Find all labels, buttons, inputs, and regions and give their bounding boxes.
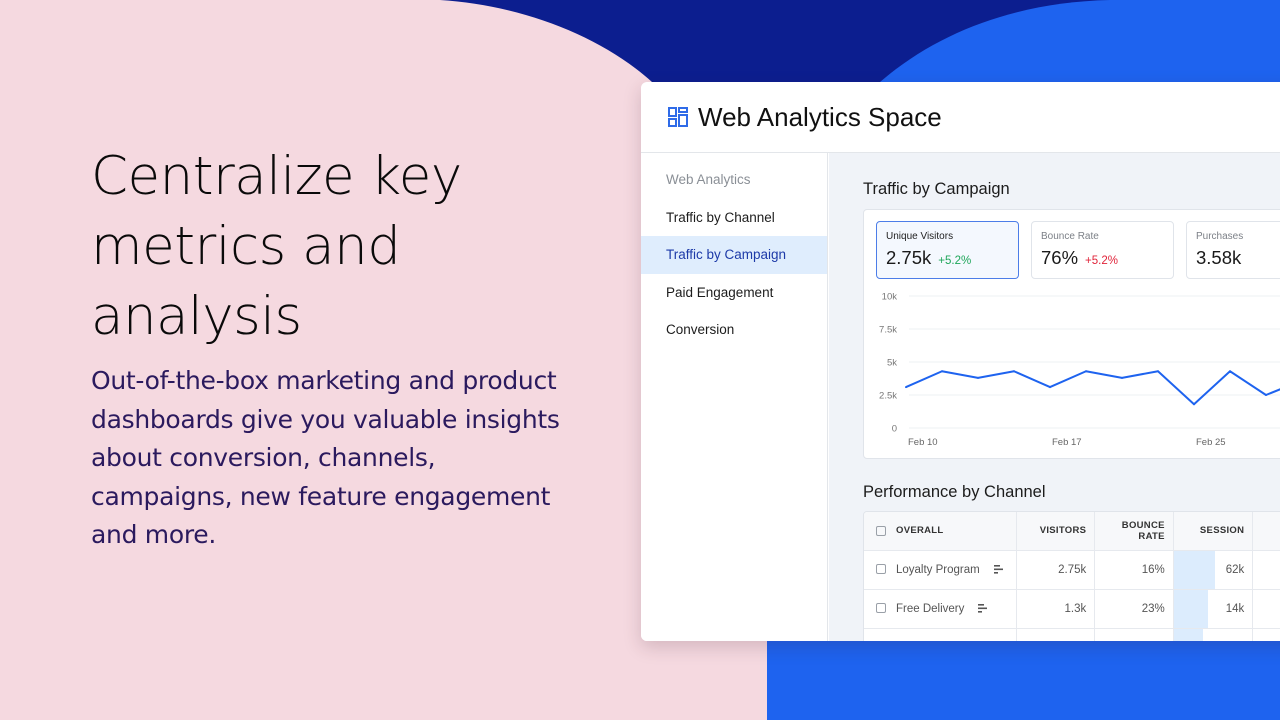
x-tick-label: Feb 10 [908,437,938,448]
table-row[interactable]: Free Delivery 1.3k 23% 14k [864,589,1280,629]
session-bar [1173,589,1209,628]
kpi-value: 2.75k [886,247,932,268]
data-point[interactable] [1193,403,1195,406]
cell-visitors: 2.75k [1016,550,1096,590]
channel-name: Loyalty Program [896,563,980,576]
session-value: 62k [1225,563,1245,576]
select-all-checkbox[interactable] [876,525,886,536]
session-value: 14k [1225,602,1245,615]
data-point[interactable] [905,386,907,389]
column-header-more[interactable] [1252,512,1280,551]
cell-bounce-rate [1094,628,1174,641]
cell-visitors [1016,628,1096,641]
column-header-visitors[interactable]: VISITORS [1016,512,1096,551]
session-bar [1173,550,1216,589]
kpi-value: 76% [1041,247,1079,268]
y-tick-label: 10k [882,292,898,303]
dashboard-grid-icon [668,107,688,127]
data-point[interactable] [1265,394,1267,396]
hero-subtitle: Out-of-the-box marketing and product das… [91,366,560,549]
window-title: Web Analytics Space [698,101,942,132]
sidebar-group-web-analytics[interactable]: Web Analytics [641,161,827,199]
row-checkbox[interactable] [876,564,886,575]
series-line [905,370,1280,406]
kpi-label: Bounce Rate [1041,231,1099,242]
performance-table-card: OVERALL VISITORS BOUNCE RATE SESSION Loy… [863,511,1280,641]
column-header-bounce-rate[interactable]: BOUNCE RATE [1094,512,1174,551]
cell-extra [1252,550,1280,590]
x-tick-label: Feb 17 [1052,437,1082,448]
cell-bounce-rate: 23% [1094,589,1174,629]
x-tick-label: Feb 25 [1196,437,1226,448]
cell-session: 62k [1173,550,1254,590]
performance-table: OVERALL VISITORS BOUNCE RATE SESSION Loy… [864,512,1280,641]
y-tick-label: 2.5k [879,391,897,402]
column-header-overall[interactable]: OVERALL [864,512,1017,551]
kpi-delta: +5.2% [938,255,972,267]
cell-channel: Free Delivery [864,589,1017,629]
cell-bounce-rate: 16% [1094,550,1174,590]
table-header-row: OVERALL VISITORS BOUNCE RATE SESSION [864,512,1280,551]
data-point[interactable] [1229,370,1231,373]
performance-section-title: Performance by Channel [863,483,1046,501]
bar-chart-icon[interactable] [978,603,988,613]
app-window: Web Analytics Space Web Analytics Traffi… [641,82,1280,641]
data-point[interactable] [1085,370,1087,373]
cell-extra [1252,589,1280,629]
sidebar-item-paid-engagement[interactable]: Paid Engagement [641,274,827,312]
sidebar-item-traffic-by-channel[interactable]: Traffic by Channel [641,199,827,237]
traffic-chart-card: Unique Visitors 2.75k +5.2% Bounce Rate … [863,209,1280,459]
line-chart: 0 2.5k 5k 7.5k 10k Feb 10 Feb 17 Feb 25 [879,292,1280,448]
cell-visitors: 1.3k [1016,589,1096,629]
kpi-bounce-rate[interactable]: Bounce Rate 76% +5.2% [1031,221,1174,279]
traffic-section-title: Traffic by Campaign [863,180,1010,198]
bar-chart-icon[interactable] [993,564,1004,574]
sidebar-item-traffic-by-campaign[interactable]: Traffic by Campaign [641,236,827,274]
data-point[interactable] [977,376,979,379]
table-row[interactable] [864,628,1280,641]
kpi-label: Purchases [1196,231,1244,242]
row-checkbox[interactable] [876,603,886,614]
column-header-session[interactable]: SESSION [1173,512,1254,551]
cell-session: 14k [1173,589,1254,629]
y-tick-label: 7.5k [879,325,897,336]
sidebar: Web Analytics Traffic by Channel Traffic… [641,153,828,641]
y-tick-label: 5k [887,358,897,369]
data-point[interactable] [1121,376,1123,379]
window-header: Web Analytics Space [641,82,1280,153]
kpi-purchases[interactable]: Purchases 3.58k [1186,221,1280,279]
channel-name: Free Delivery [896,602,965,615]
kpi-label: Unique Visitors [886,231,954,242]
data-point[interactable] [1157,370,1159,373]
cell-channel: Loyalty Program [864,550,1017,590]
data-point[interactable] [941,370,943,373]
data-point[interactable] [1013,370,1015,373]
cell-session [1173,628,1254,641]
session-bar [1173,628,1203,641]
cell-extra [1252,628,1280,641]
y-tick-label: 0 [892,424,897,435]
sidebar-item-conversion[interactable]: Conversion [641,311,827,349]
kpi-value: 3.58k [1196,247,1242,268]
hero-title: Centralize key metrics and analysis [91,146,462,347]
main-content: Traffic by Campaign Unique Visitors 2.75… [829,153,1280,641]
kpi-unique-visitors[interactable]: Unique Visitors 2.75k +5.2% [876,221,1019,279]
table-row[interactable]: Loyalty Program 2.75k 16% 62k [864,550,1280,590]
data-point[interactable] [1049,386,1051,389]
cell-channel [864,628,1017,641]
kpi-delta: +5.2% [1085,255,1118,267]
